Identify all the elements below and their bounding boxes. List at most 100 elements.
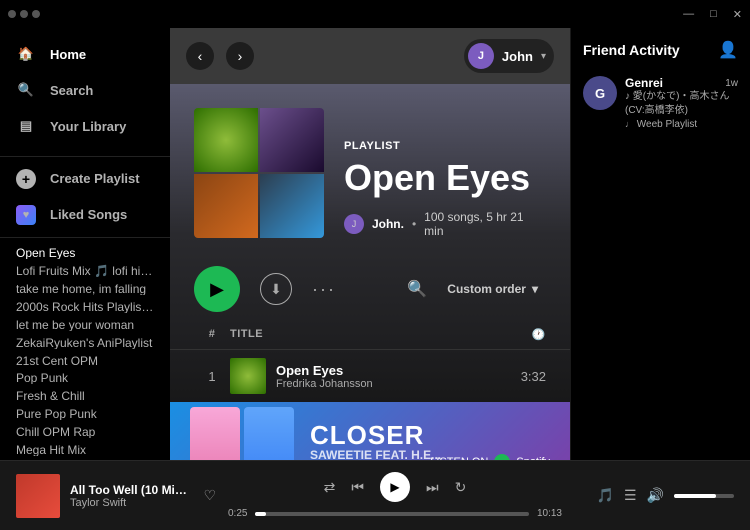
sidebar-nav: 🏠 Home 🔍 Search ▤ Your Library (0, 28, 170, 152)
sidebar-playlist-zekai[interactable]: ZekaiRyuken's AniPlaylist (0, 331, 170, 349)
repeat-button[interactable]: ↻ (455, 479, 467, 496)
friend-song: ♪ 愛(かなで)・高木さん(CV:高橋李依) (625, 90, 738, 118)
playlist-art (194, 108, 324, 238)
art-cell-1 (194, 108, 258, 172)
close-button[interactable]: ✕ (733, 8, 742, 21)
search-icon: 🔍 (16, 80, 36, 100)
track-info: Open Eyes Fredrika Johansson (230, 358, 466, 394)
friend-info: Genrei 1w ♪ 愛(かなで)・高木さん(CV:高橋李依) ♩ Weeb … (625, 76, 738, 132)
sidebar-playlist-let-me-be[interactable]: let me be your woman (0, 313, 170, 331)
minimize-button[interactable]: — (683, 8, 694, 21)
sidebar-item-search[interactable]: 🔍 Search (0, 72, 170, 108)
owner-avatar: J (344, 214, 364, 234)
ad-subtext: SAWEETIE FEAT. H.E... (310, 448, 441, 460)
next-button[interactable]: ⏭ (426, 479, 439, 496)
prev-button[interactable]: ⏮ (351, 479, 364, 496)
track-number: 1 (194, 369, 230, 384)
sidebar-playlist-pure-pop-punk[interactable]: Pure Pop Punk (0, 402, 170, 420)
track-details: Open Eyes Fredrika Johansson (276, 363, 373, 390)
top-nav: ‹ › J John ▾ (170, 28, 570, 84)
dot-3 (32, 10, 40, 18)
download-button[interactable]: ⬇ (260, 273, 292, 305)
shuffle-button[interactable]: ⇄ (324, 479, 336, 496)
platform-name: Spotify (516, 456, 550, 460)
sidebar-item-home[interactable]: 🏠 Home (0, 36, 170, 72)
list-item: G Genrei 1w ♪ 愛(かなで)・高木さん(CV:高橋李依) ♩ Wee… (583, 76, 738, 132)
ad-banner: CLOSER SAWEETIE FEAT. H.E... LISTEN ON ♫… (170, 402, 570, 460)
sidebar-library-label: Your Library (50, 119, 126, 134)
meta-dot: • (412, 217, 416, 231)
player-controls: ⇄ ⏮ ▶ ⏭ ↻ 0:25 10:13 (228, 472, 562, 519)
friend-name: Genrei (625, 76, 663, 90)
sidebar-playlist-mega-hit[interactable]: Mega Hit Mix (0, 438, 170, 456)
playlist-title: Open Eyes (344, 158, 546, 198)
titlebar: — □ ✕ (0, 0, 750, 28)
track-duration: 3:32 (466, 369, 546, 384)
sidebar-playlist-21st-cent[interactable]: 21st Cent OPM (0, 349, 170, 367)
maximize-button[interactable]: □ (710, 8, 717, 21)
sidebar-playlist-lofi[interactable]: Lofi Fruits Mix 🎵 lofi hip ho... (0, 259, 170, 277)
sidebar-search-label: Search (50, 83, 93, 98)
create-playlist-action[interactable]: + Create Playlist (0, 161, 170, 197)
like-button[interactable]: ♡ (203, 487, 216, 504)
volume-bar[interactable] (674, 494, 734, 498)
controls-bar: ▶ ⬇ ··· 🔍 Custom order ▾ (170, 254, 570, 324)
queue-button[interactable]: ☰ (624, 487, 637, 504)
player-buttons: ⇄ ⏮ ▶ ⏭ ↻ (324, 472, 467, 502)
sidebar-divider-1 (0, 156, 170, 157)
dot-2 (20, 10, 28, 18)
playlist-header: PLAYLIST Open Eyes J John. • 100 songs, … (170, 84, 570, 254)
friend-activity-icon[interactable]: 👤 (718, 40, 738, 60)
controls-right: 🔍 Custom order ▾ (407, 278, 546, 300)
ad-person-2 (244, 407, 294, 460)
player-play-button[interactable]: ▶ (380, 472, 410, 502)
current-time: 0:25 (228, 508, 247, 519)
track-search-button[interactable]: 🔍 (407, 279, 427, 299)
sidebar-playlist-open-eyes[interactable]: Open Eyes (0, 241, 170, 259)
main-content: ‹ › J John ▾ PLAYLIST Open Eyes (170, 28, 570, 460)
header-num: # (194, 328, 230, 341)
friend-time: 1w (725, 78, 738, 89)
sidebar-playlist-2000s-rock[interactable]: 2000s Rock Hits Playlist - O... (0, 295, 170, 313)
sidebar-home-label: Home (50, 47, 86, 62)
track-artist: Fredrika Johansson (276, 378, 373, 390)
liked-songs-label: Liked Songs (50, 207, 127, 222)
custom-order-button[interactable]: Custom order ▾ (439, 278, 546, 300)
owner-name: John. (372, 217, 404, 231)
header-duration: 🕐 (466, 328, 546, 341)
progress-bar[interactable] (255, 512, 529, 516)
sidebar-playlist-pop-punk[interactable]: Pop Punk (0, 366, 170, 384)
play-button[interactable]: ▶ (194, 266, 240, 312)
friend-activity-title: Friend Activity (583, 42, 680, 58)
devices-button[interactable]: 🔊 (647, 487, 664, 504)
now-playing-thumbnail (16, 474, 60, 518)
sidebar-playlist-fresh-chill[interactable]: Fresh & Chill (0, 384, 170, 402)
sidebar: 🏠 Home 🔍 Search ▤ Your Library + Create … (0, 28, 170, 460)
sidebar-playlist-chill-opm[interactable]: Chill OPM Rap (0, 420, 170, 438)
total-time: 10:13 (537, 508, 562, 519)
lyrics-button[interactable]: 🎵 (597, 487, 614, 504)
sidebar-playlist-take-me-home[interactable]: take me home, im falling (0, 277, 170, 295)
player-right-controls: 🎵 ☰ 🔊 (574, 487, 734, 504)
now-playing-info: All Too Well (10 Minute Version Taylor S… (70, 483, 193, 509)
track-name: Open Eyes (276, 363, 373, 378)
table-row[interactable]: 1 Open Eyes Fredrika Johansson 3:32 (170, 350, 570, 402)
avatar: J (468, 43, 494, 69)
window-controls[interactable]: — □ ✕ (683, 8, 742, 21)
sidebar-item-library[interactable]: ▤ Your Library (0, 108, 170, 144)
playlist-area: PLAYLIST Open Eyes J John. • 100 songs, … (170, 84, 570, 460)
listen-text: LISTEN ON (430, 456, 488, 460)
plus-icon: + (16, 169, 36, 189)
home-icon: 🏠 (16, 44, 36, 64)
back-button[interactable]: ‹ (186, 42, 214, 70)
heart-fill-icon: ♥ (16, 205, 36, 225)
titlebar-dots (8, 10, 40, 18)
now-playing-title: All Too Well (10 Minute Version (70, 483, 193, 497)
more-options-button[interactable]: ··· (312, 279, 336, 300)
liked-songs-action[interactable]: ♥ Liked Songs (0, 197, 170, 233)
friend-avatar: G (583, 76, 617, 110)
sidebar-divider-2 (0, 237, 170, 238)
user-menu[interactable]: J John ▾ (464, 39, 554, 73)
ad-text: CLOSER SAWEETIE FEAT. H.E... (310, 422, 441, 460)
forward-button[interactable]: › (226, 42, 254, 70)
